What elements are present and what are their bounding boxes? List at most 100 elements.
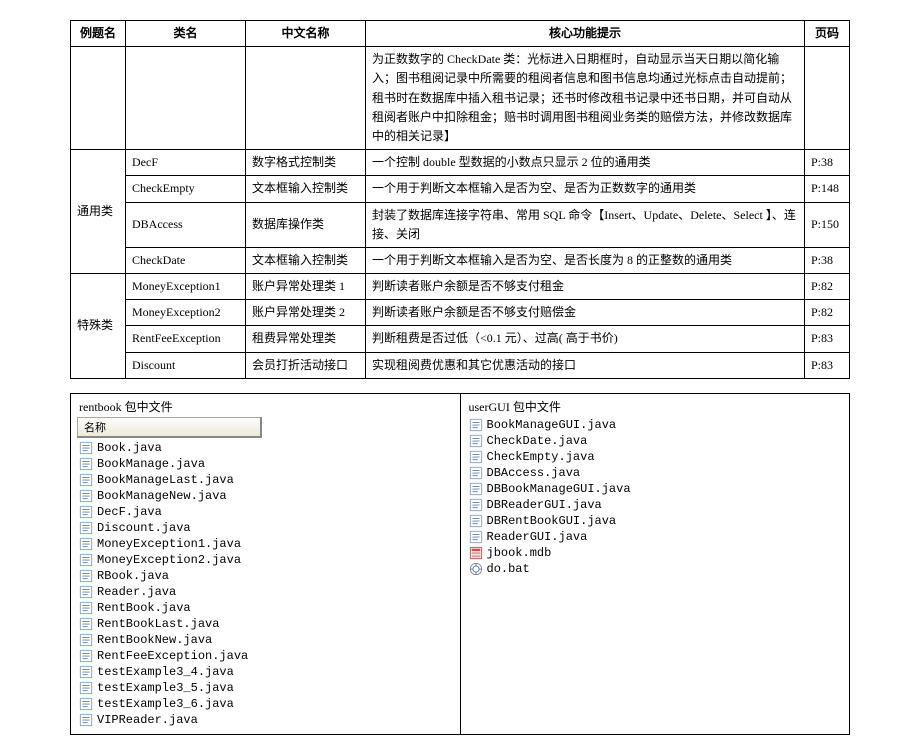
- big-hint-text: 为正数数字的 CheckDate 类：光标进入日期框时，自动显示当天日期以简化输…: [366, 47, 805, 150]
- file-item: DBBookManageGUI.java: [467, 481, 844, 497]
- file-item: Book.java: [77, 440, 454, 456]
- th-example: 例题名: [71, 21, 126, 47]
- cell-cnname: 账户异常处理类 2: [246, 300, 366, 326]
- cell-hint: 判断读者账户余额是否不够支付租金: [366, 274, 805, 300]
- java-file-icon: [469, 482, 483, 496]
- java-file-icon: [79, 665, 93, 679]
- file-name: MoneyException1.java: [97, 536, 241, 552]
- file-item: DBAccess.java: [467, 465, 844, 481]
- java-file-icon: [79, 585, 93, 599]
- class-table: 例题名 类名 中文名称 核心功能提示 页码 为正数数字的 CheckDate 类…: [70, 20, 850, 379]
- file-item: ReaderGUI.java: [467, 529, 844, 545]
- cell-cnname: 租费异常处理类: [246, 326, 366, 352]
- file-item: RentBookLast.java: [77, 616, 454, 632]
- file-item: do.bat: [467, 561, 844, 577]
- file-name: CheckEmpty.java: [487, 449, 595, 465]
- column-header-name: 名称: [77, 417, 262, 438]
- file-name: DBRentBookGUI.java: [487, 513, 617, 529]
- cell-hint: 封装了数据库连接字符串、常用 SQL 命令【Insert、Update、Dele…: [366, 202, 805, 247]
- cell-page: P:82: [805, 300, 850, 326]
- cell-hint: 一个控制 double 型数据的小数点只显示 2 位的通用类: [366, 150, 805, 176]
- file-item: MoneyException1.java: [77, 536, 454, 552]
- file-item: testExample3_6.java: [77, 696, 454, 712]
- table-row: DBAccess数据库操作类封装了数据库连接字符串、常用 SQL 命令【Inse…: [71, 202, 850, 247]
- cell-class: CheckDate: [126, 247, 246, 273]
- group-label: 特殊类: [71, 274, 126, 379]
- file-item: CheckEmpty.java: [467, 449, 844, 465]
- th-class: 类名: [126, 21, 246, 47]
- file-item: RentBook.java: [77, 600, 454, 616]
- mdb-file-icon: [469, 546, 483, 560]
- java-file-icon: [79, 713, 93, 727]
- file-name: BookManageNew.java: [97, 488, 227, 504]
- cell-page: P:83: [805, 352, 850, 378]
- java-file-icon: [79, 457, 93, 471]
- java-file-icon: [469, 498, 483, 512]
- java-file-icon: [79, 569, 93, 583]
- file-name: RentBook.java: [97, 600, 191, 616]
- file-list-usergui: BookManageGUI.javaCheckDate.javaCheckEmp…: [467, 417, 844, 577]
- cell-class: DecF: [126, 150, 246, 176]
- java-file-icon: [79, 537, 93, 551]
- file-item: Discount.java: [77, 520, 454, 536]
- java-file-icon: [79, 633, 93, 647]
- file-name: do.bat: [487, 561, 530, 577]
- cell-cnname: 数据库操作类: [246, 202, 366, 247]
- file-item: testExample3_5.java: [77, 680, 454, 696]
- file-name: DBBookManageGUI.java: [487, 481, 631, 497]
- file-name: testExample3_4.java: [97, 664, 234, 680]
- th-cnname: 中文名称: [246, 21, 366, 47]
- file-item: BookManage.java: [77, 456, 454, 472]
- file-name: VIPReader.java: [97, 712, 198, 728]
- cell-page: P:82: [805, 274, 850, 300]
- panel-usergui-title: userGUI 包中文件: [467, 396, 844, 417]
- cell-page: P:38: [805, 247, 850, 273]
- file-item: VIPReader.java: [77, 712, 454, 728]
- file-name: testExample3_5.java: [97, 680, 234, 696]
- file-item: jbook.mdb: [467, 545, 844, 561]
- file-name: Discount.java: [97, 520, 191, 536]
- table-row: 通用类DecF数字格式控制类一个控制 double 型数据的小数点只显示 2 位…: [71, 150, 850, 176]
- file-name: BookManageGUI.java: [487, 417, 617, 433]
- th-page: 页码: [805, 21, 850, 47]
- file-item: CheckDate.java: [467, 433, 844, 449]
- big-hint-ex: [71, 47, 126, 150]
- java-file-icon: [79, 697, 93, 711]
- cell-page: P:83: [805, 326, 850, 352]
- java-file-icon: [79, 553, 93, 567]
- java-file-icon: [79, 489, 93, 503]
- java-file-icon: [79, 681, 93, 695]
- file-name: BookManage.java: [97, 456, 205, 472]
- cell-hint: 一个用于判断文本框输入是否为空、是否为正数数字的通用类: [366, 176, 805, 202]
- cell-hint: 一个用于判断文本框输入是否为空、是否长度为 8 的正整数的通用类: [366, 247, 805, 273]
- file-name: testExample3_6.java: [97, 696, 234, 712]
- panel-rentbook-title: rentbook 包中文件: [77, 396, 454, 417]
- table-row: RentFeeException租费异常处理类判断租费是否过低（<0.1 元）、…: [71, 326, 850, 352]
- table-big-hint-row: 为正数数字的 CheckDate 类：光标进入日期框时，自动显示当天日期以简化输…: [71, 47, 850, 150]
- cell-class: Discount: [126, 352, 246, 378]
- big-hint-page: [805, 47, 850, 150]
- java-file-icon: [469, 450, 483, 464]
- file-list-rentbook: Book.javaBookManage.javaBookManageLast.j…: [77, 440, 454, 728]
- file-name: RentBookNew.java: [97, 632, 212, 648]
- file-item: DBRentBookGUI.java: [467, 513, 844, 529]
- cell-hint: 判断租费是否过低（<0.1 元）、过高( 高于书价): [366, 326, 805, 352]
- panel-usergui: userGUI 包中文件 BookManageGUI.javaCheckDate…: [461, 394, 850, 734]
- cell-class: MoneyException1: [126, 274, 246, 300]
- file-name: RentFeeException.java: [97, 648, 248, 664]
- file-name: Reader.java: [97, 584, 176, 600]
- java-file-icon: [79, 521, 93, 535]
- java-file-icon: [79, 617, 93, 631]
- panel-rentbook: rentbook 包中文件 名称 Book.javaBookManage.jav…: [71, 394, 461, 734]
- java-file-icon: [79, 441, 93, 455]
- java-file-icon: [469, 514, 483, 528]
- cell-page: P:38: [805, 150, 850, 176]
- file-name: CheckDate.java: [487, 433, 588, 449]
- bat-file-icon: [469, 562, 483, 576]
- cell-cnname: 文本框输入控制类: [246, 176, 366, 202]
- file-item: testExample3_4.java: [77, 664, 454, 680]
- java-file-icon: [79, 473, 93, 487]
- file-name: jbook.mdb: [487, 545, 552, 561]
- file-name: BookManageLast.java: [97, 472, 234, 488]
- table-row: CheckEmpty文本框输入控制类一个用于判断文本框输入是否为空、是否为正数数…: [71, 176, 850, 202]
